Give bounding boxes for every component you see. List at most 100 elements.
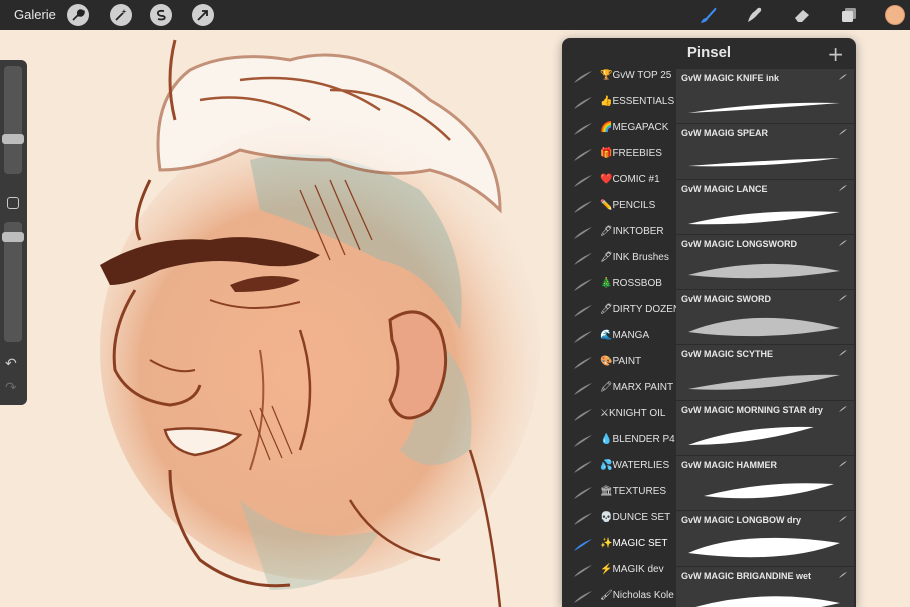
smudge-icon[interactable]	[744, 4, 766, 26]
brush-type-icon	[839, 239, 847, 246]
brush-set-label: ❤️COMIC #1	[600, 174, 660, 185]
brush-set-item[interactable]: 🌈MEGAPACK	[562, 116, 674, 142]
brush-name: GvW MAGIC LANCE	[681, 183, 768, 194]
transform-icon[interactable]	[192, 4, 214, 26]
brush-item[interactable]: GvW MAGIC SWORD	[676, 290, 854, 346]
gallery-button[interactable]: Galerie	[14, 7, 56, 22]
brush-set-item[interactable]: 🏛TEXTURES	[562, 480, 674, 506]
brush-type-icon	[839, 295, 847, 302]
top-toolbar: Galerie	[0, 0, 910, 30]
brush-stroke-preview	[688, 158, 840, 167]
brush-type-icon	[839, 461, 847, 468]
brush-set-item[interactable]: 🖍MARX PAINT	[562, 376, 674, 402]
brush-set-item[interactable]: 💦WATERLIES	[562, 454, 674, 480]
brush-size-thumb[interactable]	[2, 134, 24, 144]
brush-set-item[interactable]: 🎄ROSSBOB	[562, 272, 674, 298]
color-swatch[interactable]	[885, 5, 905, 25]
brush-name: GvW MAGIC MORNING STAR dry	[681, 404, 823, 415]
brush-set-item[interactable]: 🌊MANGA	[562, 324, 674, 350]
brush-set-thumb-icon	[574, 435, 592, 447]
brush-set-item[interactable]: 🖋INK Brushes	[562, 246, 674, 272]
brush-size-slider[interactable]	[4, 66, 22, 174]
brush-set-thumb-icon	[574, 539, 592, 551]
brush-set-label: 🖋INK Brushes	[600, 252, 669, 263]
brush-set-item[interactable]: ✏️PENCILS	[562, 194, 674, 220]
brush-set-thumb-icon	[574, 71, 592, 83]
brush-set-thumb-icon	[574, 175, 592, 187]
eraser-icon[interactable]	[791, 4, 813, 26]
brush-item[interactable]: GvW MAGIC LANCE	[676, 179, 854, 235]
brush-set-label: 💦WATERLIES	[600, 460, 670, 471]
brush-set-item[interactable]: ❤️COMIC #1	[562, 168, 674, 194]
brush-name: GvW MAGIC BRIGANDINE wet	[681, 570, 812, 581]
brush-type-icon	[839, 129, 847, 136]
brush-set-item[interactable]: 🖌Nicholas Kole	[562, 584, 674, 607]
brush-set-thumb-icon	[574, 253, 592, 265]
brush-library-panel: Pinsel + 🏆GvW TOP 25 👍ESSENTIALS 🌈MEGAPACK…	[562, 38, 856, 607]
brush-set-item[interactable]: 🖊DIRTY DOZEN	[562, 298, 680, 324]
brush-item[interactable]: GvW MAGIC BRIGANDINE wet	[676, 566, 854, 607]
brush-set-thumb-icon	[574, 461, 592, 473]
brush-set-item[interactable]: ✨MAGIC SET	[562, 532, 674, 558]
modify-button[interactable]	[7, 197, 19, 209]
add-brush-set-button[interactable]: +	[827, 42, 844, 66]
brush-type-icon	[839, 350, 847, 357]
brush-set-item[interactable]: ⚔KNIGHT OIL	[562, 402, 674, 428]
redo-icon[interactable]: ↷	[5, 380, 17, 396]
brush-set-item[interactable]: 👍ESSENTIALS	[562, 90, 674, 116]
brush-stroke-preview	[688, 318, 840, 337]
brush-set-thumb-icon	[574, 305, 592, 317]
brush-type-icon	[839, 516, 847, 523]
brush-item[interactable]: GvW MAGIC HAMMER	[676, 456, 854, 512]
brush-set-item[interactable]: 🖊INKTOBER	[562, 220, 674, 246]
brush-set-item[interactable]: 💀DUNCE SET	[562, 506, 674, 532]
brush-set-label: 👍ESSENTIALS	[600, 96, 675, 107]
brush-item[interactable]: GvW MAGIG SPEAR	[676, 124, 854, 180]
opacity-thumb[interactable]	[2, 232, 24, 242]
brush-item[interactable]: GvW MAGIC LONGBOW dry	[676, 511, 854, 567]
left-sidebar: ↶ ↷	[0, 60, 27, 405]
brush-stroke-preview	[688, 375, 840, 391]
brush-name: GvW MAGIC LONGBOW dry	[681, 515, 801, 526]
brush-type-icon	[839, 571, 847, 578]
brush-set-thumb-icon	[574, 591, 592, 603]
brush-item[interactable]: GvW MAGIC MORNING STAR dry	[676, 400, 854, 457]
brush-stroke-preview	[688, 538, 840, 558]
brush-stroke-preview	[694, 595, 840, 607]
brush-set-thumb-icon	[574, 97, 592, 109]
brush-name: GvW MAGIC HAMMER	[681, 460, 777, 471]
brush-set-label: 🌊MANGA	[600, 330, 650, 341]
brush-stroke-preview	[688, 210, 840, 224]
brush-set-thumb-icon	[574, 201, 592, 213]
brush-icon[interactable]	[698, 4, 720, 26]
brush-list: GvW MAGIC KNIFE ink GvW MAGIG SPEAR GvW MA…	[676, 69, 854, 607]
brush-name: GvW MAGIC LONGSWORD	[681, 238, 797, 249]
brush-set-thumb-icon	[574, 331, 592, 343]
brush-set-item[interactable]: 💧BLENDER P4	[562, 428, 675, 454]
brush-set-thumb-icon	[574, 565, 592, 577]
brush-set-label: ⚔KNIGHT OIL	[600, 408, 666, 419]
brush-set-label: 🖍MARX PAINT	[600, 382, 674, 393]
brush-set-item[interactable]: 🏆GvW TOP 25	[562, 64, 674, 90]
brush-stroke-preview	[688, 426, 814, 445]
brush-type-icon	[839, 184, 847, 191]
brush-set-label: 🎨PAINT	[600, 356, 642, 367]
brush-set-thumb-icon	[574, 279, 592, 291]
panel-title: Pinsel	[686, 44, 732, 61]
layers-icon[interactable]	[838, 4, 860, 26]
magic-wand-icon[interactable]	[110, 4, 132, 26]
brush-set-label: ⚡MAGIK dev	[600, 564, 664, 575]
undo-icon[interactable]: ↶	[5, 356, 17, 372]
brush-set-label: 🖊DIRTY DOZEN	[600, 304, 681, 315]
brush-set-label: 🏆GvW TOP 25	[600, 70, 672, 81]
selection-icon[interactable]	[150, 4, 172, 26]
brush-item[interactable]: GvW MAGIC SCYTHE	[676, 345, 854, 401]
wrench-icon[interactable]	[67, 4, 89, 26]
brush-name: GvW MAGIC KNIFE ink	[681, 73, 780, 83]
brush-set-item[interactable]: 🎁FREEBIES	[562, 142, 674, 168]
brush-name: GvW MAGIG SPEAR	[681, 128, 769, 139]
brush-item[interactable]: GvW MAGIC KNIFE ink	[676, 69, 854, 125]
brush-set-item[interactable]: ⚡MAGIK dev	[562, 558, 674, 584]
brush-set-item[interactable]: 🎨PAINT	[562, 350, 674, 376]
brush-item[interactable]: GvW MAGIC LONGSWORD	[676, 234, 854, 291]
